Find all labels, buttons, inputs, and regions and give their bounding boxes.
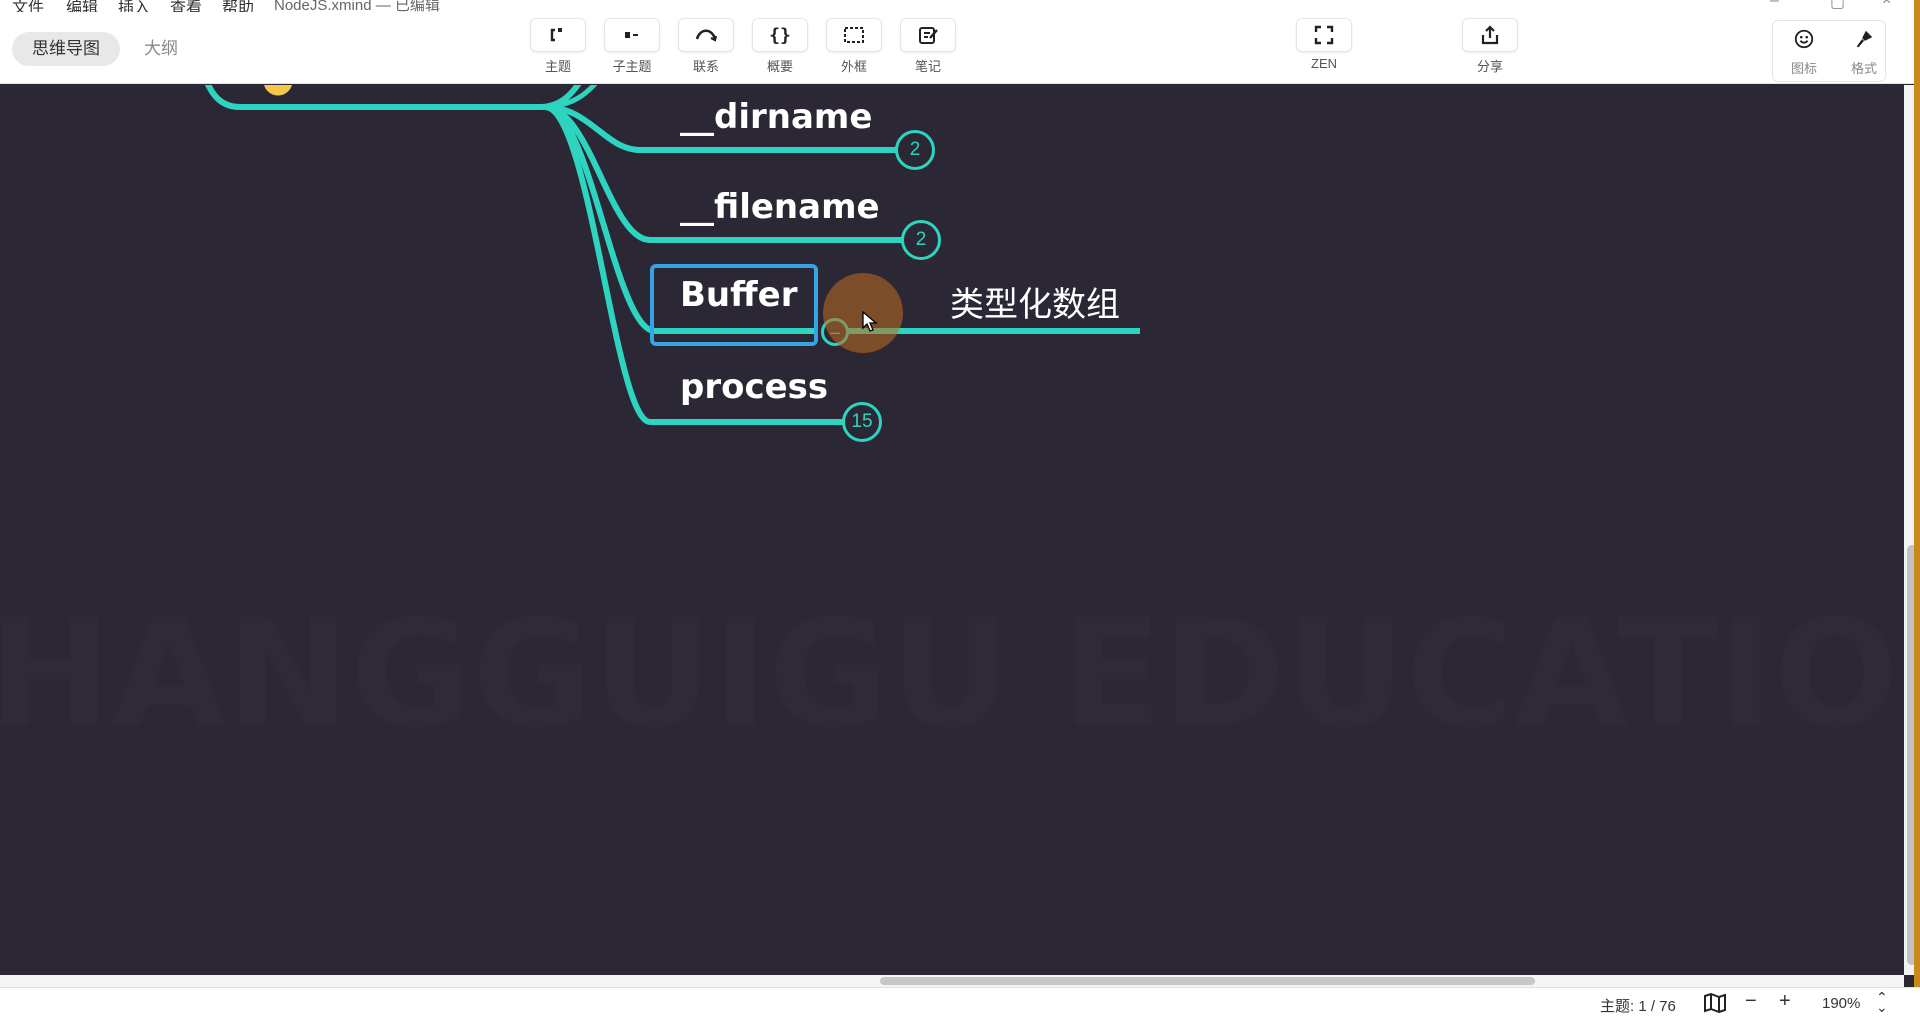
note-label: 笔记: [914, 59, 941, 74]
mouse-pointer-icon: [862, 311, 878, 332]
parent-marker-icon: [260, 85, 296, 99]
relationship-button[interactable]: 联系: [676, 18, 736, 80]
topic-typed-array[interactable]: 类型化数组: [950, 277, 1120, 326]
mindmap-canvas[interactable]: SHANGGUIGU EDUCATION __dirname 2 __filen…: [0, 85, 1904, 975]
note-button[interactable]: 笔记: [898, 18, 958, 80]
share-icon: [1481, 25, 1499, 45]
topic-dirname[interactable]: __dirname: [680, 97, 872, 137]
fullscreen-icon: [1314, 25, 1334, 45]
mindmap-branches: [204, 85, 1140, 425]
relationship-label: 联系: [692, 59, 719, 74]
tab-mindmap[interactable]: 思维导图: [12, 32, 120, 66]
menu-help[interactable]: 帮助: [222, 0, 254, 12]
topic-button[interactable]: 主题: [528, 18, 588, 80]
tab-outline[interactable]: 大纲: [124, 32, 198, 66]
map-view-icon[interactable]: [1703, 993, 1727, 1013]
close-icon[interactable]: ×: [1882, 0, 1891, 10]
zen-button[interactable]: ZEN: [1294, 18, 1354, 80]
window-title: NodeJS.xmind — 已编辑: [274, 0, 440, 12]
brush-icon: [1856, 30, 1873, 48]
collapsed-count-process[interactable]: 15: [842, 402, 882, 442]
share-label: 分享: [1476, 59, 1503, 74]
note-icon: [919, 27, 938, 44]
status-bar: 主题: 1 / 76 − + 190% ⌃ ⌄: [0, 987, 1920, 1018]
topic-filename[interactable]: __filename: [680, 187, 880, 227]
toolbar: 思维导图 大纲 主题 子主题 联系 {} 概要 外框 笔记 ZEN 分享 图标 …: [0, 12, 1920, 84]
summary-icon: {}: [769, 25, 791, 46]
summary-button[interactable]: {} 概要: [750, 18, 810, 80]
format-panel-label: 格式: [1850, 61, 1877, 76]
topic-icon: [550, 28, 562, 42]
zoom-level[interactable]: 190%: [1822, 995, 1860, 1012]
zoom-stepper-icon[interactable]: ⌃ ⌄: [1876, 990, 1888, 1014]
collapsed-count-dirname[interactable]: 2: [895, 130, 935, 170]
topic-label: 主题: [544, 59, 571, 74]
topic-process[interactable]: process: [680, 367, 828, 407]
smiley-icon: [1794, 29, 1814, 49]
minimize-icon[interactable]: –: [1770, 0, 1779, 10]
menu-view[interactable]: 查看: [170, 0, 202, 12]
share-button[interactable]: 分享: [1460, 18, 1520, 80]
menu-bar: 文件 编辑 插入 查看 帮助 NodeJS.xmind — 已编辑 – ▢ ×: [0, 0, 1920, 12]
zoom-out-button[interactable]: −: [1745, 990, 1757, 1013]
horizontal-scrollbar[interactable]: [0, 975, 1904, 987]
maximize-icon[interactable]: ▢: [1830, 0, 1845, 12]
horizontal-scrollbar-thumb[interactable]: [880, 977, 1535, 985]
subtopic-button[interactable]: 子主题: [602, 18, 662, 80]
zen-label: ZEN: [1311, 56, 1337, 71]
topic-buffer[interactable]: Buffer: [680, 275, 798, 315]
boundary-label: 外框: [840, 59, 867, 74]
svg-text:{}: {}: [769, 25, 791, 46]
menu-edit[interactable]: 编辑: [66, 0, 98, 12]
subtopic-label: 子主题: [612, 59, 652, 74]
summary-label: 概要: [766, 59, 793, 74]
format-panel-button[interactable]: 格式: [1834, 24, 1894, 86]
icon-panel-label: 图标: [1790, 61, 1817, 76]
topic-counter: 主题: 1 / 76: [1600, 998, 1676, 1015]
boundary-button[interactable]: 外框: [824, 18, 884, 80]
window-edge: [1914, 0, 1920, 1018]
zoom-in-button[interactable]: +: [1779, 990, 1791, 1013]
boundary-icon: [844, 27, 864, 43]
menu-file[interactable]: 文件: [12, 0, 44, 12]
menu-insert[interactable]: 插入: [118, 0, 150, 12]
icon-panel-button[interactable]: 图标: [1774, 24, 1834, 86]
collapsed-count-filename[interactable]: 2: [901, 220, 941, 260]
relationship-icon: [695, 29, 718, 42]
parent-topic-border: [204, 85, 582, 110]
subtopic-icon: [625, 32, 638, 38]
